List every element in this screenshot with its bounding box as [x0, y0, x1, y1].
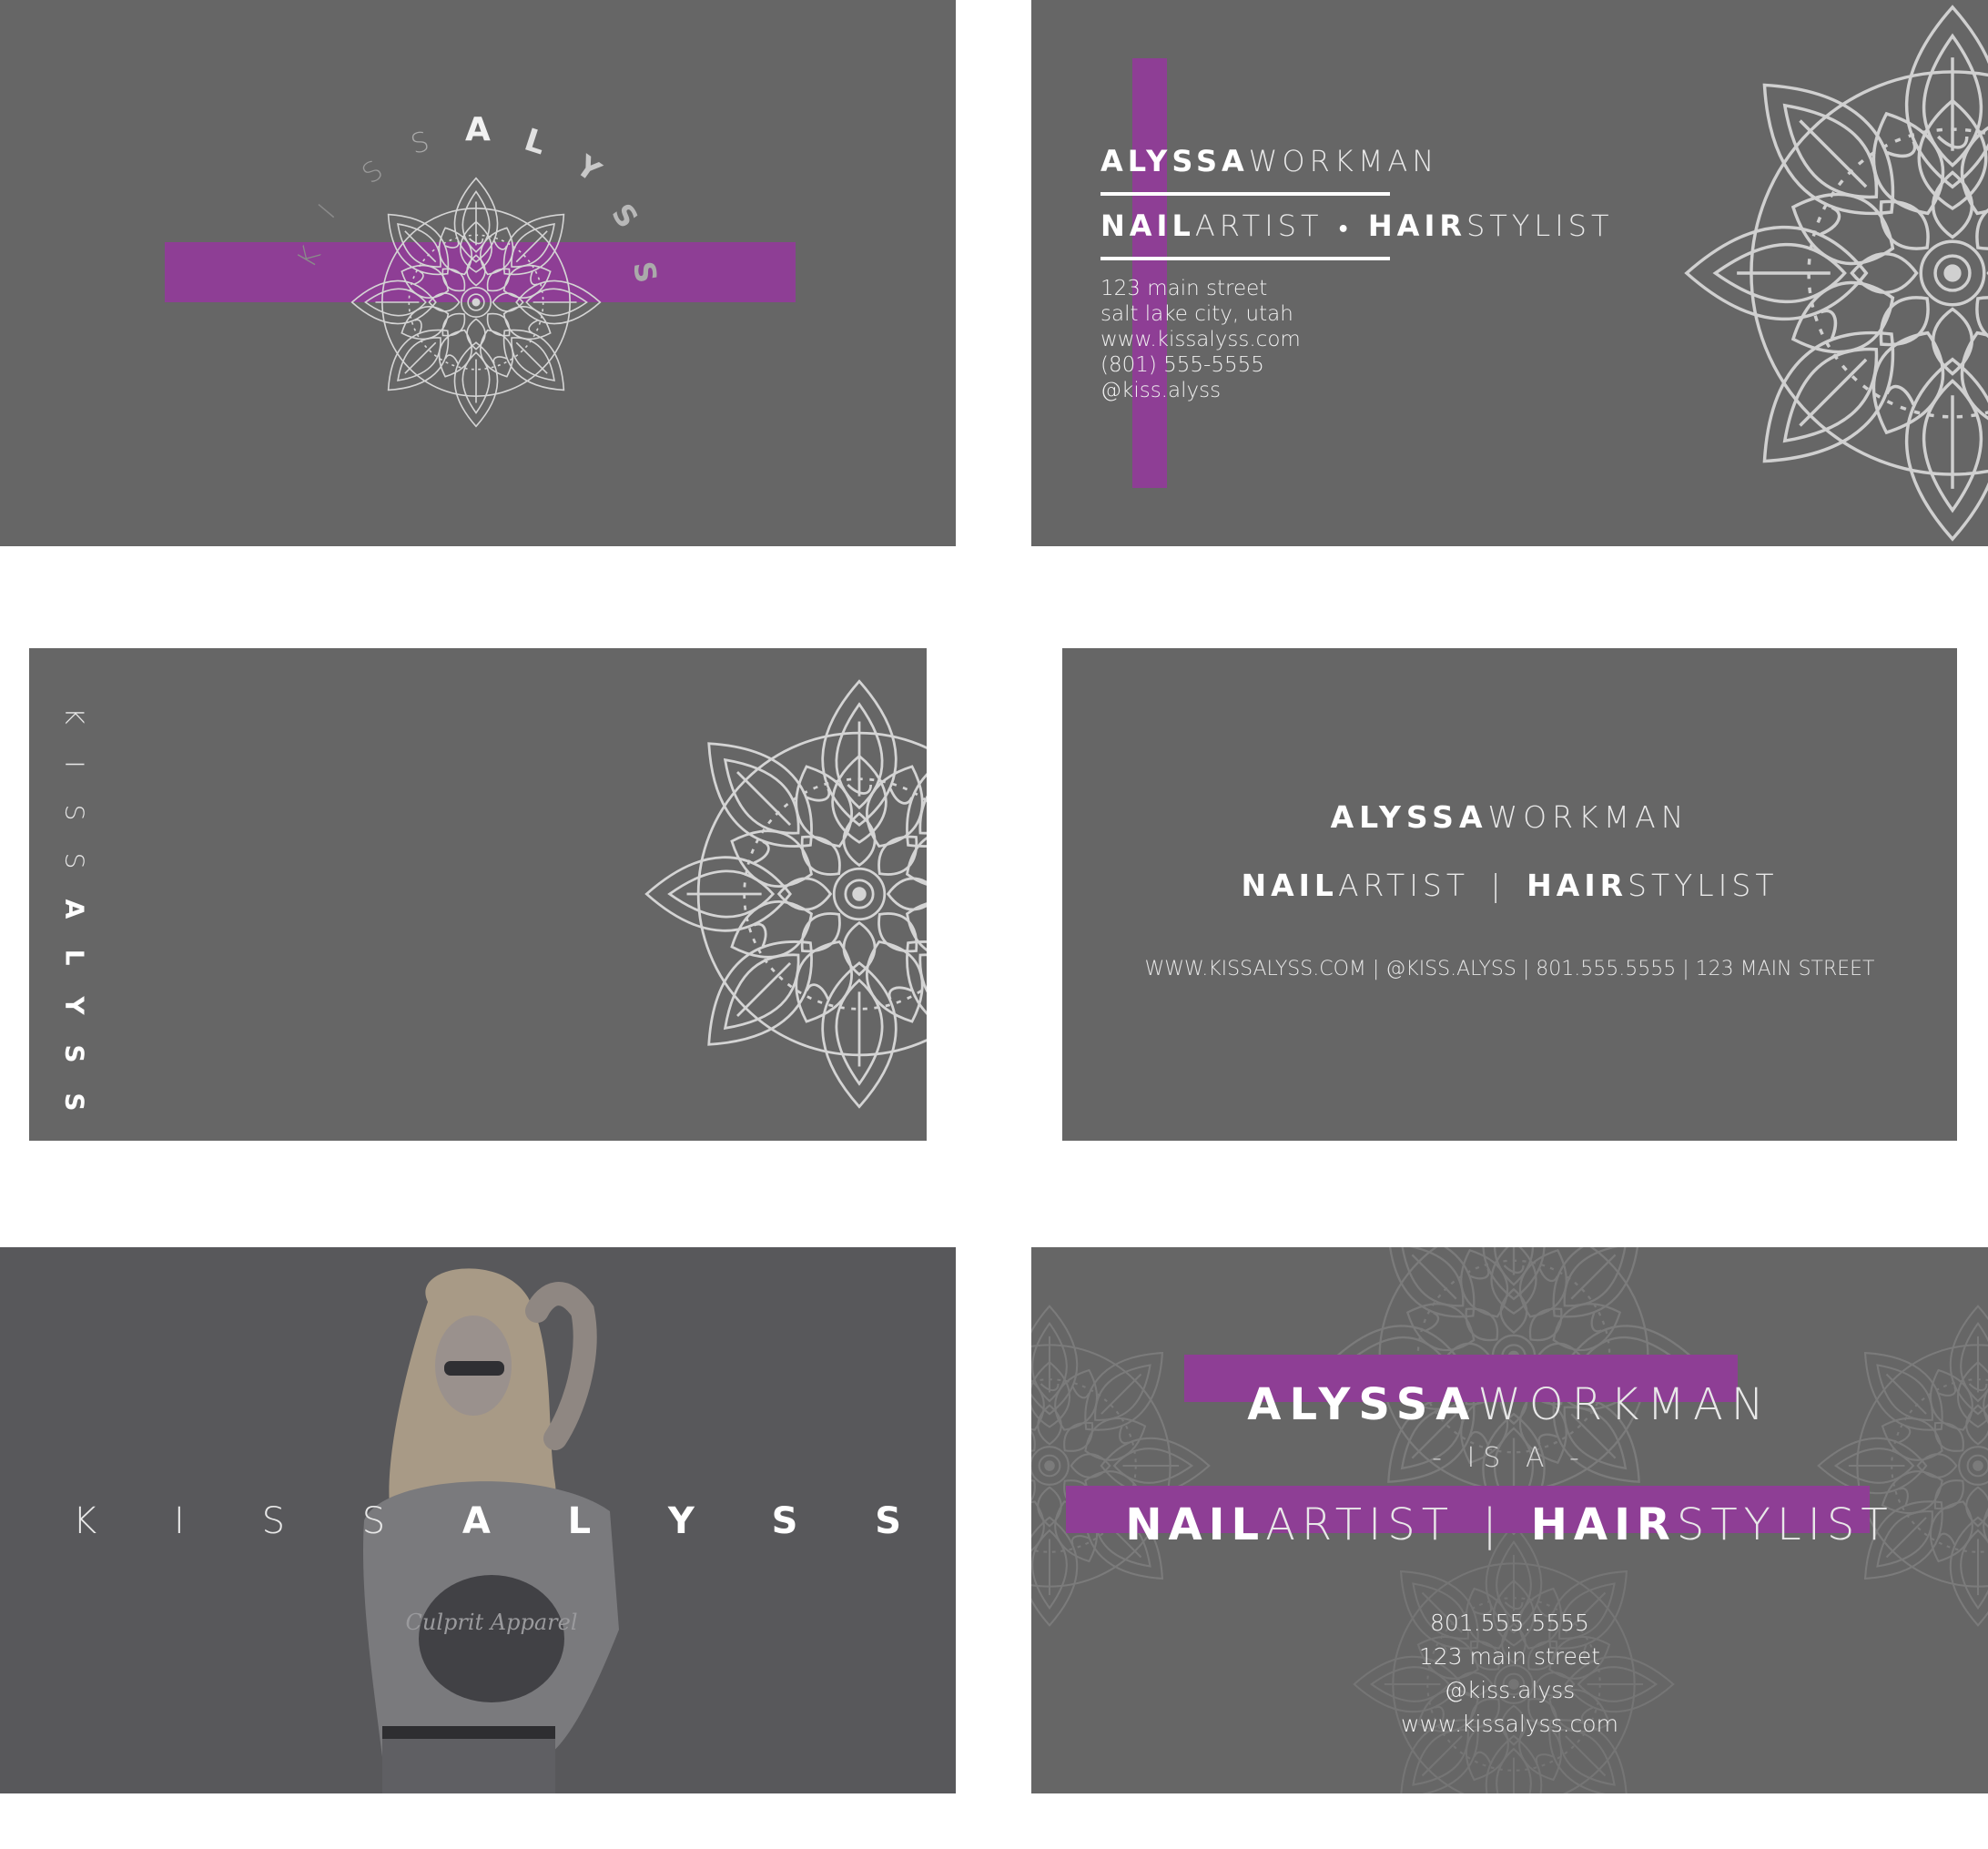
logo-letter: I	[312, 198, 342, 226]
mandala-icon	[1679, 0, 1988, 546]
divider	[1100, 257, 1390, 260]
card-statement: ALYSSAWORKMAN - IS A - NAILARTIST | HAIR…	[1031, 1247, 1988, 1793]
contact-block: 801.555.5555 123 main street @kiss.alyss…	[1031, 1606, 1988, 1741]
title-nail: NAIL	[1125, 1499, 1266, 1550]
title-stylist: STYLIST	[1466, 208, 1614, 243]
title-line: NAILARTIST | HAIRSTYLIST	[1062, 868, 1957, 903]
title-hair: HAIR	[1367, 208, 1466, 243]
card-logo-front: K I S S A L Y S S	[0, 0, 956, 546]
social-handle: @kiss.alyss	[1100, 379, 1222, 402]
shirt-print: Culprit Apparel	[406, 1610, 578, 1635]
logo-letter: A	[462, 1500, 491, 1542]
mandala-icon	[641, 676, 927, 1112]
logo-letter: A	[465, 111, 491, 148]
logo-letter: I	[174, 1500, 185, 1542]
logo-letter: L	[520, 121, 551, 163]
logo-letter: S	[875, 1500, 901, 1542]
logo-letter: K	[73, 1500, 97, 1542]
title-line: NAILARTIST | HAIRSTYLIST	[1031, 1499, 1988, 1550]
title-nail: NAIL	[1100, 208, 1195, 243]
logo-letter: S	[361, 1500, 386, 1542]
phone: (801) 555-5555	[1100, 353, 1264, 377]
address: 123 main street	[1100, 277, 1268, 300]
card-vertical-brand: K I S S A L Y S S	[29, 648, 927, 1141]
logo-letter: Y	[59, 996, 90, 1015]
first-name: ALYSSA	[1330, 799, 1488, 835]
first-name: ALYSSA	[1100, 144, 1249, 178]
mandala-icon	[349, 175, 604, 430]
title-artist: ARTIST	[1194, 208, 1324, 243]
address: 123 main street	[1418, 1643, 1601, 1670]
logo-letter: Y	[667, 1500, 695, 1542]
last-name: WORKMAN	[1477, 1379, 1772, 1430]
logo-letter: L	[567, 1500, 592, 1542]
title-pipe: |	[1490, 868, 1506, 903]
website-link[interactable]: www.kissalyss.com	[1100, 327, 1301, 352]
logo-letter: K	[59, 707, 90, 725]
divider	[1100, 192, 1390, 196]
logo-letter: S	[407, 126, 433, 161]
social-handle: @kiss.alyss	[1444, 1677, 1576, 1703]
website-link[interactable]: www.kissalyss.com	[1031, 1707, 1988, 1741]
card-minimal-info: ALYSSAWORKMAN NAILARTIST | HAIRSTYLIST W…	[1062, 648, 1957, 1141]
card-contact-back: ALYSSAWORKMAN NAILARTIST • HAIRSTYLIST 1…	[1031, 0, 1988, 546]
title-line: NAILARTIST • HAIRSTYLIST	[1100, 208, 1614, 243]
title-stylist: STYLIST	[1676, 1499, 1894, 1550]
last-name: WORKMAN	[1487, 799, 1689, 835]
title-pipe: |	[1482, 1499, 1504, 1550]
title-dot: •	[1336, 218, 1354, 241]
title-hair: HAIR	[1526, 868, 1628, 903]
logo-letter: S	[261, 1500, 285, 1542]
spaced-logo: K I S S A L Y S S	[73, 1500, 901, 1542]
city: salt lake city, utah	[1100, 302, 1293, 326]
title-artist: ARTIST	[1265, 1499, 1456, 1550]
logo-letter: S	[59, 804, 90, 821]
accent-bar-vertical	[1132, 58, 1167, 488]
logo-letter: S	[59, 1044, 90, 1063]
title-hair: HAIR	[1530, 1499, 1677, 1550]
logo-letter: S	[59, 852, 90, 869]
is-a-label: - IS A -	[1432, 1442, 1587, 1474]
logo-letter: L	[59, 949, 90, 966]
last-name: WORKMAN	[1248, 144, 1439, 178]
name-line: ALYSSAWORKMAN	[1031, 1379, 1988, 1430]
logo-letter: I	[59, 760, 90, 768]
logo-letter: S	[59, 1092, 90, 1112]
title-artist: ARTIST	[1337, 868, 1470, 903]
title-nail: NAIL	[1241, 868, 1338, 903]
logo-letter: S	[771, 1500, 798, 1542]
card-photo: Culprit Apparel K I S S A L Y S S	[0, 1247, 956, 1793]
first-name: ALYSSA	[1247, 1379, 1478, 1430]
title-stylist: STYLIST	[1628, 868, 1779, 903]
logo-letter: S	[604, 197, 645, 235]
info-line: WWW.KISSALYSS.COM | @KISS.ALYSS | 801.55…	[1144, 958, 1875, 980]
name-line: ALYSSAWORKMAN	[1062, 799, 1957, 835]
vertical-logo: K I S S A L Y S S	[56, 692, 93, 1126]
contact-block: 123 main street salt lake city, utah www…	[1100, 276, 1301, 403]
name-line: ALYSSAWORKMAN	[1100, 144, 1438, 178]
phone: 801.555.5555	[1430, 1610, 1589, 1636]
logo-letter: A	[59, 899, 90, 919]
